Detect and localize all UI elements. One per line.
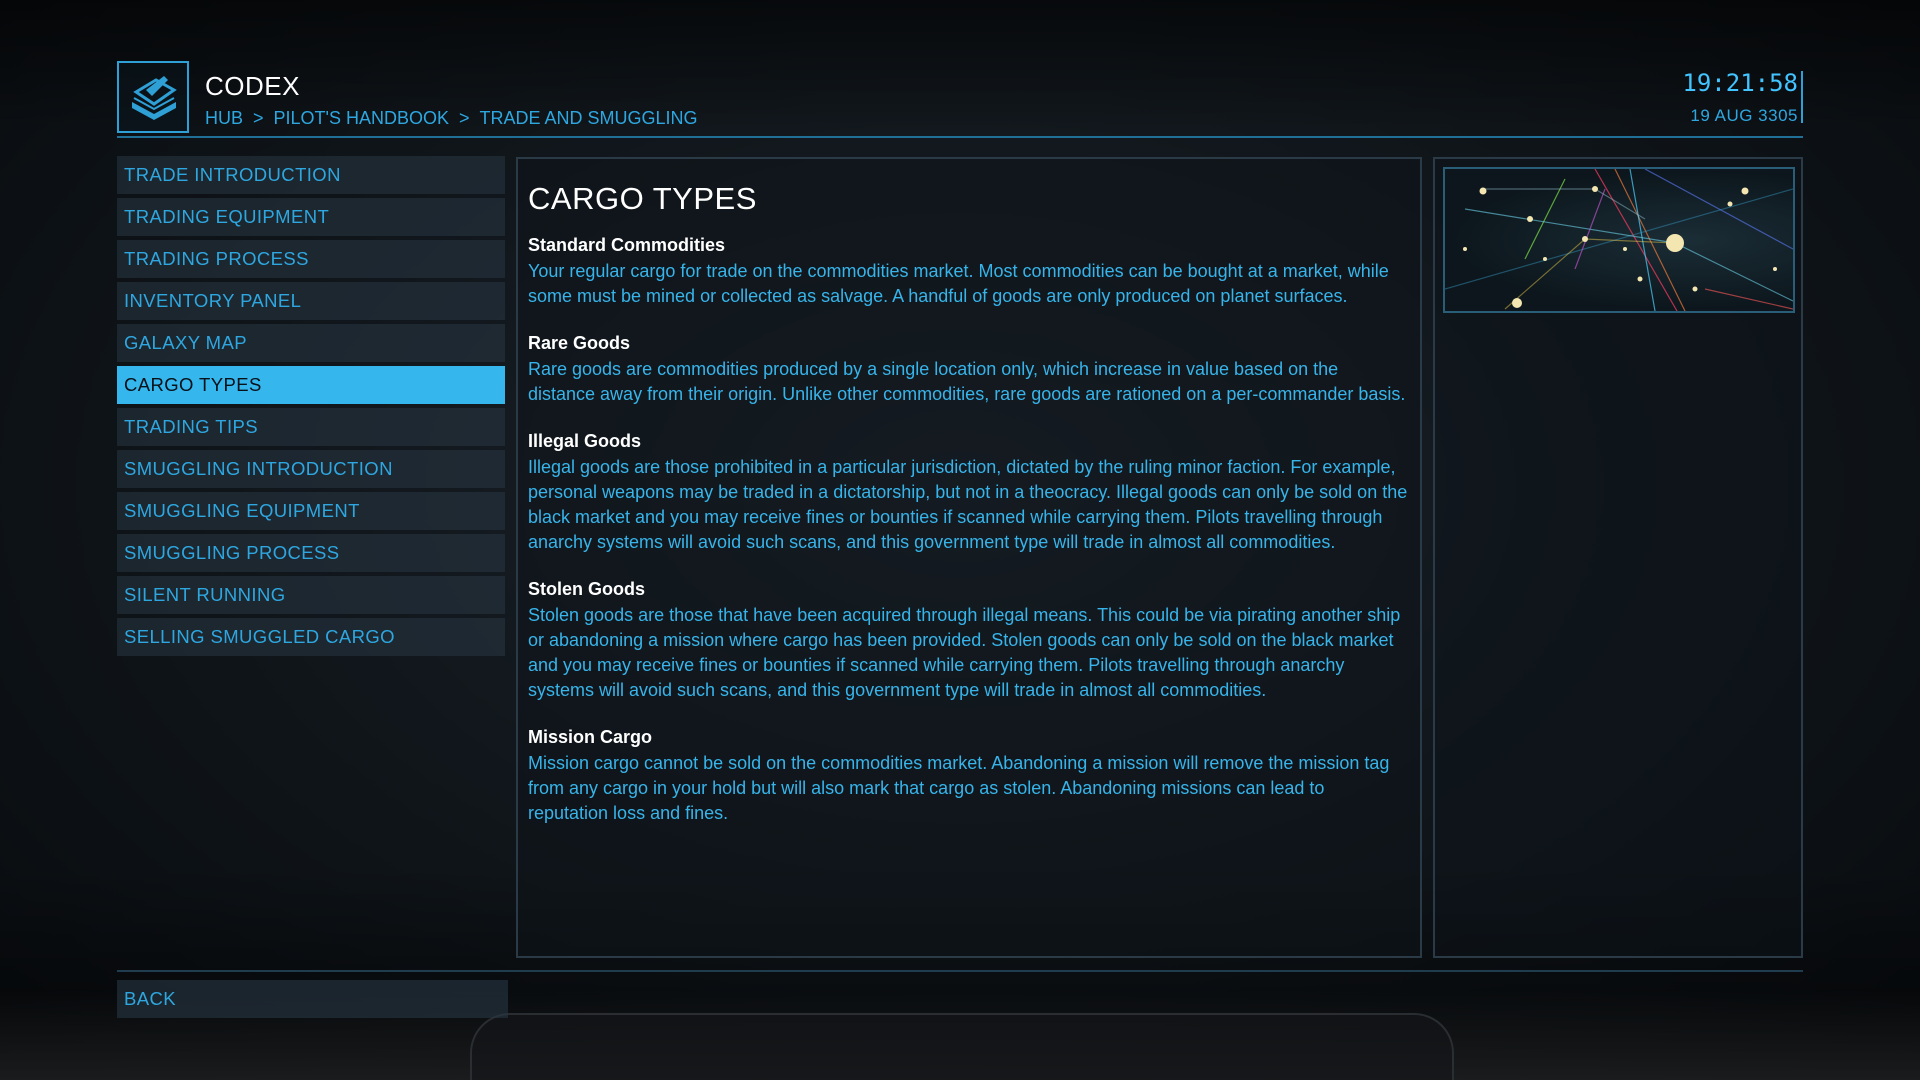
article-section: Mission Cargo Mission cargo cannot be so…: [528, 727, 1408, 826]
article-section: Stolen Goods Stolen goods are those that…: [528, 579, 1408, 703]
topic-nav: TRADE INTRODUCTION TRADING EQUIPMENT TRA…: [117, 156, 505, 660]
nav-item-selling-smuggled-cargo[interactable]: SELLING SMUGGLED CARGO: [117, 618, 505, 656]
nav-item-trading-tips[interactable]: TRADING TIPS: [117, 408, 505, 446]
nav-item-trade-introduction[interactable]: TRADE INTRODUCTION: [117, 156, 505, 194]
section-body: Stolen goods are those that have been ac…: [528, 605, 1401, 700]
section-body: Illegal goods are those prohibited in a …: [528, 457, 1408, 552]
section-heading: Illegal Goods: [528, 431, 642, 451]
codex-header: CODEX HUB > PILOT'S HANDBOOK > TRADE AND…: [117, 61, 1803, 138]
breadcrumb: HUB > PILOT'S HANDBOOK > TRADE AND SMUGG…: [205, 108, 698, 129]
nav-item-smuggling-equipment[interactable]: SMUGGLING EQUIPMENT: [117, 492, 505, 530]
breadcrumb-trade-and-smuggling[interactable]: TRADE AND SMUGGLING: [480, 108, 698, 129]
section-body: Mission cargo cannot be sold on the comm…: [528, 753, 1390, 823]
clock-time: 19:21:58: [1682, 69, 1798, 97]
section-body: Rare goods are commodities produced by a…: [528, 359, 1406, 404]
galaxy-map-thumbnail: [1443, 167, 1795, 313]
article-title: CARGO TYPES: [528, 181, 757, 216]
nav-item-galaxy-map[interactable]: GALAXY MAP: [117, 324, 505, 362]
nav-item-smuggling-introduction[interactable]: SMUGGLING INTRODUCTION: [117, 450, 505, 488]
page-title: CODEX: [205, 71, 300, 101]
illustration-panel: [1433, 157, 1803, 958]
nav-item-silent-running[interactable]: SILENT RUNNING: [117, 576, 505, 614]
nav-item-trading-equipment[interactable]: TRADING EQUIPMENT: [117, 198, 505, 236]
nav-item-trading-process[interactable]: TRADING PROCESS: [117, 240, 505, 278]
footer-divider: [117, 970, 1803, 972]
breadcrumb-pilots-handbook[interactable]: PILOT'S HANDBOOK: [274, 108, 449, 129]
breadcrumb-separator: >: [253, 108, 264, 128]
section-heading: Mission Cargo: [528, 727, 653, 747]
article-section: Standard Commodities Your regular cargo …: [528, 235, 1408, 309]
cockpit-console: [470, 1013, 1454, 1080]
nav-item-inventory-panel[interactable]: INVENTORY PANEL: [117, 282, 505, 320]
back-button[interactable]: BACK: [117, 980, 508, 1018]
breadcrumb-hub[interactable]: HUB: [205, 108, 243, 129]
breadcrumb-separator: >: [459, 108, 470, 128]
section-heading: Rare Goods: [528, 333, 631, 353]
nav-item-cargo-types[interactable]: CARGO TYPES: [117, 366, 505, 404]
nav-item-smuggling-process[interactable]: SMUGGLING PROCESS: [117, 534, 505, 572]
section-body: Your regular cargo for trade on the comm…: [528, 261, 1389, 306]
clock-divider: [1801, 71, 1803, 123]
section-heading: Stolen Goods: [528, 579, 645, 599]
article-panel[interactable]: CARGO TYPES Standard Commodities Your re…: [516, 157, 1422, 958]
article-section: Illegal Goods Illegal goods are those pr…: [528, 431, 1408, 555]
clock-date: 19 AUG 3305: [1690, 106, 1798, 125]
section-heading: Standard Commodities: [528, 235, 726, 255]
codex-book-icon: [117, 61, 189, 133]
article-section: Rare Goods Rare goods are commodities pr…: [528, 333, 1408, 407]
